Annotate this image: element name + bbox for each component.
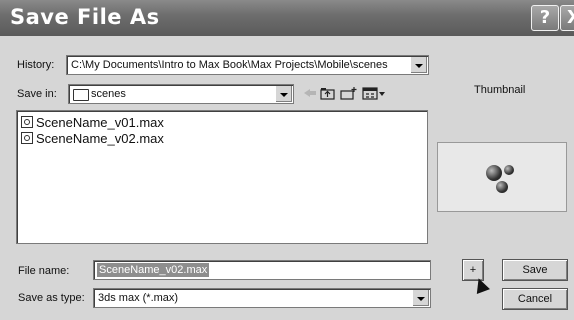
history-label: History: <box>17 59 55 71</box>
view-menu-icon[interactable] <box>362 86 386 100</box>
save-file-as-dialog: Save File As ? X History: C:\My Document… <box>0 0 574 320</box>
close-button[interactable]: X <box>560 5 574 31</box>
file-name-label: File name: <box>18 265 70 277</box>
list-item[interactable]: SceneName_v02.max <box>21 130 164 146</box>
title-bar: Save File As ? X <box>0 0 574 36</box>
sphere-preview <box>496 181 508 193</box>
dialog-title: Save File As <box>10 5 160 29</box>
list-item[interactable]: SceneName_v01.max <box>21 114 164 130</box>
save-as-type-label: Save as type: <box>18 292 85 304</box>
file-name: SceneName_v02.max <box>36 130 164 146</box>
thumbnail-label: Thumbnail <box>474 84 526 96</box>
save-as-type-dropdown[interactable]: 3ds max (*.max) <box>93 288 431 308</box>
sphere-preview <box>486 165 502 181</box>
chevron-down-icon[interactable] <box>412 290 429 306</box>
save-as-type-value: 3ds max (*.max) <box>98 292 179 304</box>
new-folder-icon[interactable] <box>340 86 357 100</box>
file-name: SceneName_v01.max <box>36 114 164 130</box>
save-in-label: Save in: <box>17 88 57 100</box>
history-path: C:\My Documents\Intro to Max Book\Max Pr… <box>71 59 388 71</box>
back-icon[interactable] <box>302 86 318 100</box>
folder-icon <box>73 89 89 101</box>
sphere-preview <box>504 165 514 175</box>
save-in-dropdown[interactable]: scenes <box>68 84 294 104</box>
chevron-down-icon[interactable] <box>275 86 292 102</box>
file-name-input[interactable]: SceneName_v02.max <box>93 260 431 280</box>
history-dropdown[interactable]: C:\My Documents\Intro to Max Book\Max Pr… <box>66 55 429 75</box>
thumbnail-preview <box>437 142 567 212</box>
cancel-button[interactable]: Cancel <box>502 288 568 310</box>
save-in-folder: scenes <box>91 88 126 100</box>
max-file-icon <box>21 116 33 128</box>
save-button[interactable]: Save <box>502 259 568 281</box>
file-list[interactable]: SceneName_v01.max SceneName_v02.max <box>16 110 428 244</box>
max-file-icon <box>21 132 33 144</box>
file-name-value: SceneName_v02.max <box>97 263 210 277</box>
chevron-down-icon[interactable] <box>410 57 427 73</box>
mouse-cursor-icon <box>472 276 490 294</box>
help-button[interactable]: ? <box>531 5 559 31</box>
up-folder-icon[interactable] <box>320 86 336 100</box>
